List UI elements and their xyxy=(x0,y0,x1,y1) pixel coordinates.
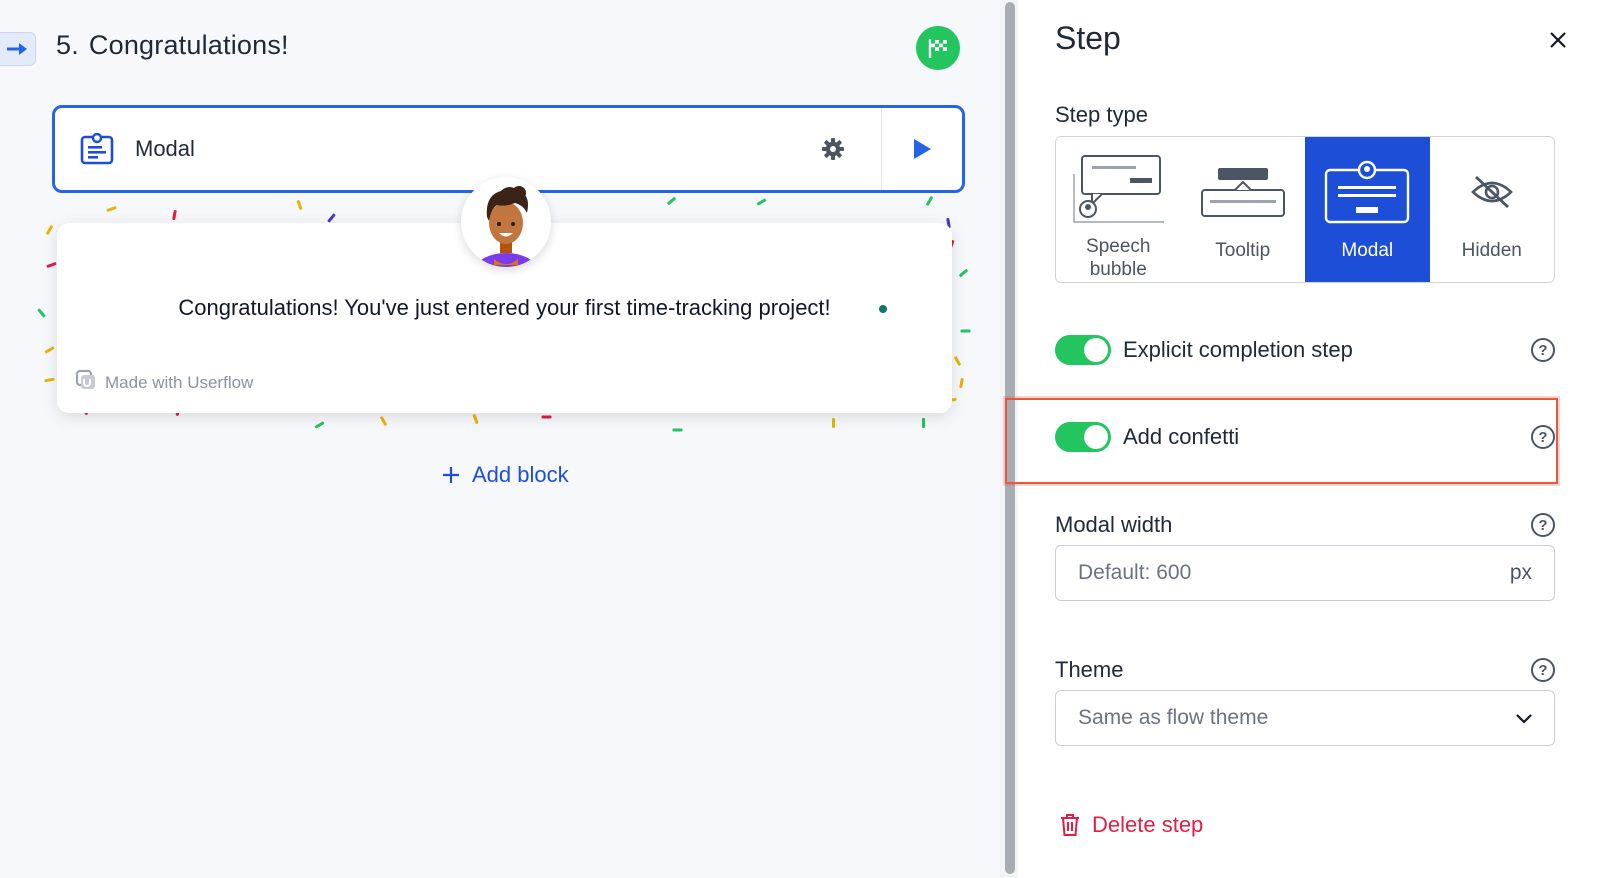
speech-bubble-icon xyxy=(1070,151,1166,229)
help-circle-icon[interactable]: ? xyxy=(1531,513,1555,537)
close-icon[interactable] xyxy=(1542,24,1574,56)
theme-select[interactable]: Same as flow theme xyxy=(1055,690,1555,746)
theme-value: Same as flow theme xyxy=(1078,706,1269,729)
panel-title: Step xyxy=(1055,20,1121,56)
step-entry-arrow-icon[interactable] xyxy=(0,32,36,66)
modal-block-icon xyxy=(79,131,115,167)
step-number: 5. xyxy=(56,30,79,60)
step-type-label-speech-bubble: Speech bubble xyxy=(1086,235,1151,281)
modal-width-unit: px xyxy=(1509,561,1532,584)
step-type-speech-bubble[interactable]: Speech bubble xyxy=(1056,137,1181,282)
theme-label: Theme xyxy=(1055,657,1124,682)
step-type-tooltip[interactable]: Tooltip xyxy=(1181,137,1306,282)
confetti-highlight-annotation xyxy=(1005,398,1558,484)
help-circle-icon[interactable]: ? xyxy=(1531,338,1555,362)
delete-step-label: Delete step xyxy=(1092,812,1204,837)
step-type-label-hidden: Hidden xyxy=(1461,240,1522,261)
step-title-text: Congratulations! xyxy=(88,30,289,60)
userflow-logo-icon xyxy=(75,369,97,396)
add-block-button[interactable]: Add block xyxy=(442,462,569,488)
delete-step-button[interactable]: Delete step xyxy=(1060,812,1203,838)
explicit-completion-row: Explicit completion step ? xyxy=(1055,330,1555,370)
chevron-down-icon xyxy=(1516,706,1532,730)
flow-canvas: 5. Congratulations! Modal Congratulation… xyxy=(0,0,1000,878)
step-type-label-modal: Modal xyxy=(1341,240,1394,261)
modal-icon xyxy=(1324,151,1410,233)
modal-width-placeholder: Default: 600 xyxy=(1078,561,1192,584)
modal-width-input[interactable]: Default: 600 px xyxy=(1055,545,1555,601)
block-label: Modal xyxy=(135,136,195,161)
preview-play-icon[interactable] xyxy=(882,108,962,190)
block-settings-gear-icon[interactable] xyxy=(813,129,853,169)
finish-flag-icon xyxy=(916,26,960,70)
modal-width-header: Modal width ? xyxy=(1055,512,1555,538)
help-circle-icon[interactable]: ? xyxy=(1531,658,1555,682)
userflow-branding: Made with Userflow xyxy=(75,369,253,396)
step-type-modal[interactable]: Modal xyxy=(1305,137,1430,282)
theme-header: Theme ? xyxy=(1055,657,1555,683)
step-type-label-tooltip: Tooltip xyxy=(1215,240,1271,261)
modal-message: Congratulations! You've just entered you… xyxy=(178,295,831,320)
eye-off-icon xyxy=(1470,151,1514,233)
status-dot xyxy=(879,305,887,313)
step-type-label: Step type xyxy=(1055,102,1148,127)
explicit-completion-toggle[interactable] xyxy=(1055,335,1111,365)
trash-icon xyxy=(1061,814,1079,836)
tooltip-icon xyxy=(1200,151,1286,233)
step-type-selector: Speech bubble Tooltip Modal Hidden xyxy=(1055,136,1555,283)
step-title[interactable]: 5. Congratulations! xyxy=(56,30,289,61)
modal-width-label: Modal width xyxy=(1055,512,1173,537)
step-type-hidden[interactable]: Hidden xyxy=(1430,137,1555,282)
add-block-label: Add block xyxy=(472,462,569,487)
branding-text: Made with Userflow xyxy=(105,372,254,392)
explicit-completion-label: Explicit completion step xyxy=(1123,337,1353,362)
plus-icon xyxy=(443,467,459,483)
avatar xyxy=(461,177,551,267)
